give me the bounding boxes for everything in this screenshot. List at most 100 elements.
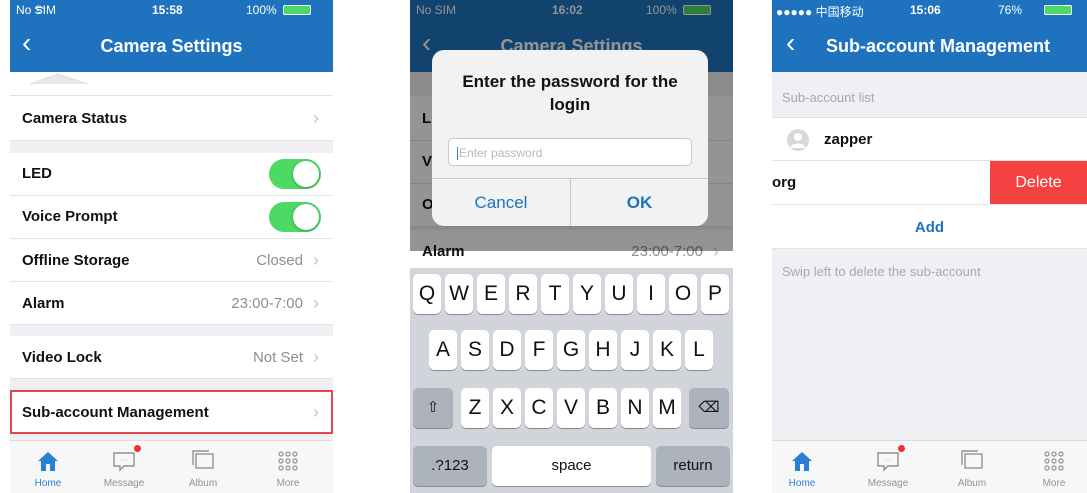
chevron-right-icon: › (313, 108, 319, 128)
battery-percent: 76% (998, 3, 1023, 17)
carrier-label: ●●●●● 中国移动 (776, 5, 864, 19)
status-bar: No SIM ᯤ 15:58 100% (10, 0, 333, 20)
home-icon (792, 452, 812, 471)
dialog-title: Enter the password for the login (462, 72, 678, 114)
key-j[interactable]: J (621, 330, 649, 370)
password-input[interactable]: Enter password (448, 138, 692, 166)
tab-label: Home (788, 478, 816, 489)
key-i[interactable]: I (637, 274, 665, 314)
key-e[interactable]: E (477, 274, 505, 314)
tab-album[interactable]: Album (942, 441, 1002, 493)
voice-prompt-label: Voice Prompt (22, 208, 118, 225)
header-image-strip (10, 72, 333, 96)
text-caret (457, 147, 458, 161)
status-time: 15:06 (910, 3, 941, 17)
tab-album[interactable]: Album (173, 441, 233, 493)
key-h[interactable]: H (589, 330, 617, 370)
key-b[interactable]: B (589, 388, 617, 428)
password-dialog: Enter the password for the login Enter p… (432, 50, 708, 226)
voice-prompt-toggle[interactable] (269, 202, 321, 232)
key-m[interactable]: M (653, 388, 681, 428)
account-name: zapper (824, 131, 873, 148)
list-header: Sub-account list (782, 90, 875, 105)
numbers-key[interactable]: .?123 (413, 446, 487, 486)
album-icon (961, 450, 983, 469)
more-grid-icon (278, 451, 298, 471)
keyboard: QWERTYUIOP ASDFGHJKL ZXCVBNM ⇧ ⌫ .?123 s… (410, 268, 733, 493)
tab-message[interactable]: ··· Message (94, 441, 154, 493)
tab-message[interactable]: ··· Message (858, 441, 918, 493)
key-a[interactable]: A (429, 330, 457, 370)
chevron-right-icon: › (313, 347, 319, 367)
key-c[interactable]: C (525, 388, 553, 428)
home-icon (38, 452, 58, 471)
tab-home[interactable]: Home (18, 441, 78, 493)
add-row[interactable]: Add (772, 205, 1087, 249)
key-l[interactable]: L (685, 330, 713, 370)
tab-label: Message (867, 478, 909, 489)
voice-prompt-row: Voice Prompt (10, 196, 333, 239)
account-name: org (772, 174, 797, 191)
sub-account-label: Sub-account Management (22, 404, 209, 421)
space-key[interactable]: space (492, 446, 651, 486)
tab-more[interactable]: More (258, 441, 318, 493)
back-chevron-icon[interactable]: ‹ (786, 28, 795, 58)
key-o[interactable]: O (669, 274, 697, 314)
camera-image-icon (30, 73, 89, 85)
message-icon: ··· (113, 452, 135, 472)
account-row-swiped[interactable]: org Delete (772, 161, 1087, 205)
key-d[interactable]: D (493, 330, 521, 370)
video-lock-row[interactable]: Video Lock Not Set › (10, 336, 333, 379)
status-bar: ●●●●● 中国移动 15:06 76% (772, 0, 1087, 20)
status-time: 15:58 (152, 3, 183, 17)
video-lock-label: Video Lock (22, 349, 102, 366)
tab-label: More (1042, 478, 1066, 489)
alarm-row[interactable]: Alarm 23:00-7:00 › (10, 282, 333, 325)
tab-bar: Home ··· Message Album More (772, 440, 1087, 493)
key-x[interactable]: X (493, 388, 521, 428)
key-n[interactable]: N (621, 388, 649, 428)
alarm-value: 23:00-7:00 (231, 295, 303, 312)
chevron-right-icon: › (313, 250, 319, 270)
key-k[interactable]: K (653, 330, 681, 370)
sub-account-management-screen: ●●●●● 中国移动 15:06 76% ‹ Sub-account Manag… (772, 0, 1087, 493)
key-p[interactable]: P (701, 274, 729, 314)
key-z[interactable]: Z (461, 388, 489, 428)
key-v[interactable]: V (557, 388, 585, 428)
key-w[interactable]: W (445, 274, 473, 314)
key-r[interactable]: R (509, 274, 537, 314)
page-title: Camera Settings (100, 36, 243, 56)
password-dialog-screen: No SIM 16:02 100% ‹ Camera Settings L V … (410, 0, 733, 493)
tab-bar: Home ··· Message Album More (10, 440, 333, 493)
swipe-hint: Swip left to delete the sub-account (782, 264, 981, 279)
dialog-buttons: Cancel OK (432, 178, 708, 226)
offline-storage-row[interactable]: Offline Storage Closed › (10, 239, 333, 282)
key-t[interactable]: T (541, 274, 569, 314)
add-button[interactable]: Add (772, 219, 1087, 236)
camera-status-row[interactable]: Camera Status › (10, 96, 333, 141)
account-row[interactable]: zapper (772, 117, 1087, 161)
key-q[interactable]: Q (413, 274, 441, 314)
wifi-icon: ᯤ (34, 4, 45, 16)
key-g[interactable]: G (557, 330, 585, 370)
tab-more[interactable]: More (1024, 441, 1084, 493)
shift-key[interactable]: ⇧ (413, 388, 453, 428)
chevron-right-icon: › (313, 402, 319, 422)
camera-settings-screen: No SIM ᯤ 15:58 100% ‹ Camera Settings Ca… (10, 0, 333, 493)
svg-text:···: ··· (121, 457, 128, 464)
key-f[interactable]: F (525, 330, 553, 370)
return-key[interactable]: return (656, 446, 730, 486)
key-u[interactable]: U (605, 274, 633, 314)
delete-button[interactable]: Delete (990, 161, 1087, 204)
offline-storage-label: Offline Storage (22, 252, 130, 269)
tab-label: Message (103, 478, 145, 489)
sub-account-management-row[interactable]: Sub-account Management › (10, 390, 333, 434)
cancel-button[interactable]: Cancel (432, 179, 570, 226)
key-y[interactable]: Y (573, 274, 601, 314)
ok-button[interactable]: OK (570, 179, 708, 226)
backspace-key[interactable]: ⌫ (689, 388, 729, 428)
led-toggle[interactable] (269, 159, 321, 189)
tab-home[interactable]: Home (772, 441, 832, 493)
nav-bar: ‹ Camera Settings (10, 20, 333, 72)
key-s[interactable]: S (461, 330, 489, 370)
